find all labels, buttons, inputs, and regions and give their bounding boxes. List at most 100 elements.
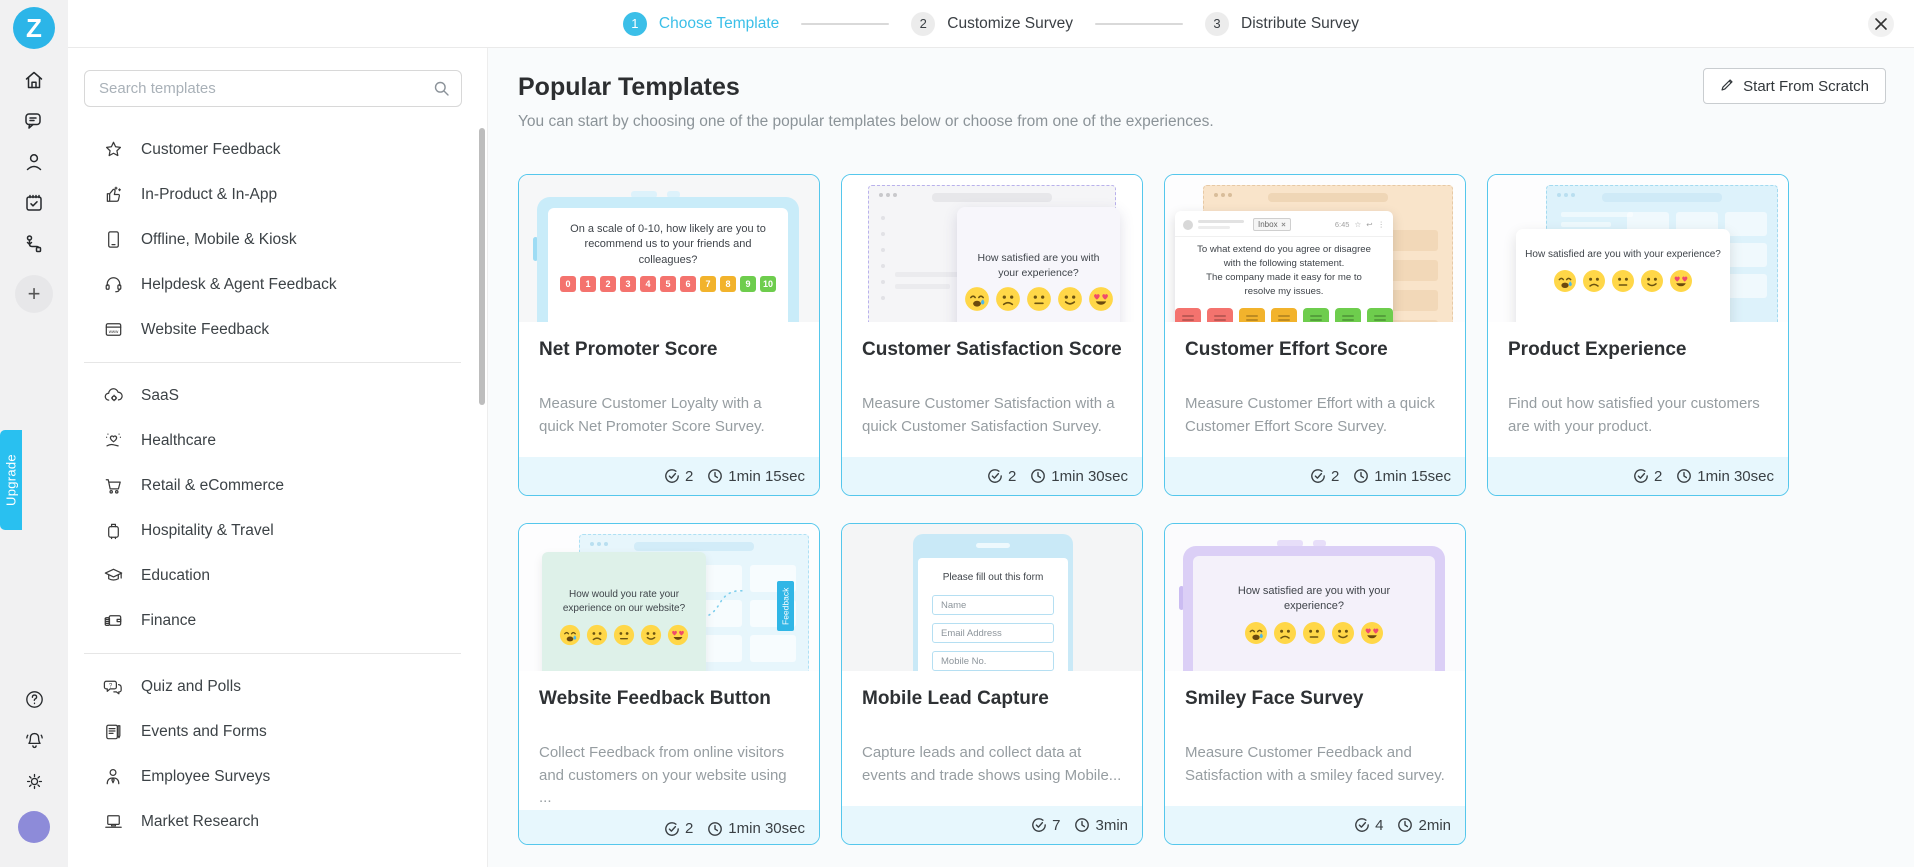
template-card-customer-effort-score[interactable]: Inbox 6:45 ☆ ↩ ⋮ To what extend do you agree … xyxy=(1164,174,1466,496)
question-count: 4 xyxy=(1375,816,1384,834)
sidebar-item-retail-ecommerce[interactable]: Retail & eCommerce xyxy=(84,463,461,508)
svg-text:www: www xyxy=(108,329,118,334)
emoji-love-icon xyxy=(667,624,689,646)
form-title: Please fill out this form xyxy=(942,572,1044,583)
content: Popular Templates Start From Scratch You… xyxy=(488,48,1914,867)
emoji-crying-icon xyxy=(1244,621,1268,645)
template-card-title: Website Feedback Button xyxy=(539,688,771,709)
survey-question-line: with the following statement. xyxy=(1223,257,1345,269)
question-count: 2 xyxy=(684,467,694,485)
start-from-scratch-button[interactable]: Start From Scratch xyxy=(1703,68,1886,104)
template-card-stats: 2 1min 30sec xyxy=(519,809,819,844)
add-button[interactable]: + xyxy=(15,275,53,313)
avatar[interactable] xyxy=(18,811,50,843)
template-card-smiley-face-survey[interactable]: How satisfied are you with your experien… xyxy=(1164,523,1466,845)
check-circle-icon xyxy=(987,468,1003,484)
step-label: Customize Survey xyxy=(947,14,1074,32)
template-card-title: Customer Effort Score xyxy=(1185,339,1388,360)
sidebar-item-events-and-forms[interactable]: Events and Forms xyxy=(84,709,461,754)
emoji-love-icon xyxy=(1360,621,1384,645)
ces-scale xyxy=(1175,307,1393,322)
template-card-customer-satisfaction-score[interactable]: How satisfied are you with your experien… xyxy=(841,174,1143,496)
sidebar-item-label: In-Product & In-App xyxy=(141,185,278,203)
template-card-title: Smiley Face Survey xyxy=(1185,688,1364,709)
sidebar-item-website-feedback[interactable]: www Website Feedback xyxy=(84,307,461,352)
sidebar-item-in-product-in-app[interactable]: In-Product & In-App xyxy=(84,172,461,217)
home-icon xyxy=(22,68,46,95)
ces-option xyxy=(1367,307,1393,322)
rail-nav-workflow[interactable] xyxy=(12,225,56,266)
svg-text:?: ? xyxy=(108,682,112,689)
website-icon: www xyxy=(98,318,128,341)
sidebar-item-label: Hospitality & Travel xyxy=(141,521,274,539)
close-icon[interactable] xyxy=(1868,11,1894,37)
form-field: Email Address xyxy=(932,623,1054,643)
emoji-happy-icon xyxy=(1331,621,1355,645)
sidebar-item-label: Market Research xyxy=(141,812,260,830)
rail-help-button[interactable] xyxy=(12,680,56,721)
rail-nav-responses[interactable] xyxy=(12,184,56,225)
nps-chip: 7 xyxy=(700,276,716,293)
template-preview: How satisfied are you with your experien… xyxy=(1165,524,1465,671)
template-card-stats: 2 1min 30sec xyxy=(1488,457,1788,495)
app-root: Z + Upgrade 1 Choose Template 2 Customize S… xyxy=(0,0,1914,867)
template-card-description: Collect Feedback from online visitors an… xyxy=(539,744,787,806)
check-circle-icon xyxy=(1633,468,1649,484)
emoji-sad-icon xyxy=(586,624,608,646)
template-card-body: Smiley Face Survey Measure Customer Feedb… xyxy=(1165,671,1465,806)
tablet-mockup: How satisfied are you with your experien… xyxy=(1183,546,1445,671)
template-card-website-feedback-button[interactable]: How would you rate your experience on ou… xyxy=(518,523,820,845)
feedback-tab: Feedback xyxy=(777,581,794,631)
sidebar-item-helpdesk-agent-feedback[interactable]: Helpdesk & Agent Feedback xyxy=(84,262,461,307)
sidebar-item-hospitality-travel[interactable]: Hospitality & Travel xyxy=(84,508,461,553)
sidebar-item-saas[interactable]: SaaS xyxy=(84,373,461,418)
sidebar-item-label: Events and Forms xyxy=(141,722,267,740)
upgrade-tab[interactable]: Upgrade xyxy=(0,430,22,530)
question-count: 7 xyxy=(1052,816,1061,834)
close-tab-icon xyxy=(1281,222,1286,227)
rail-nav-contacts[interactable] xyxy=(12,143,56,184)
sidebar-item-education[interactable]: Education xyxy=(84,553,461,598)
template-card-mobile-lead-capture[interactable]: Please fill out this form Name Email Addre… xyxy=(841,523,1143,845)
finance-icon xyxy=(98,609,128,632)
ces-option xyxy=(1207,307,1233,322)
template-card-description: Measure Customer Feedback and Satisfacti… xyxy=(1185,744,1445,784)
rail-nav-conversations[interactable] xyxy=(12,102,56,143)
sidebar-item-healthcare[interactable]: Healthcare xyxy=(84,418,461,463)
emoji-neutral-icon xyxy=(1026,286,1052,312)
duration: 1min 30sec xyxy=(1051,467,1128,485)
search-input[interactable] xyxy=(84,70,462,107)
sidebar-item-label: Retail & eCommerce xyxy=(141,476,284,494)
rail-nav-home[interactable] xyxy=(12,61,56,102)
rail-settings-button[interactable] xyxy=(12,762,56,803)
duration: 1min 30sec xyxy=(728,820,805,837)
step-distribute-survey[interactable]: 3 Distribute Survey xyxy=(1205,11,1359,36)
template-card-net-promoter-score[interactable]: On a scale of 0-10, how likely are you t… xyxy=(518,174,820,496)
template-card-stats: 2 1min 30sec xyxy=(842,457,1142,495)
emoji-sad-icon xyxy=(1582,269,1606,293)
nps-chip: 4 xyxy=(640,276,656,293)
check-circle-icon xyxy=(664,821,680,837)
sidebar-item-quiz-and-polls[interactable]: ? Quiz and Polls xyxy=(84,664,461,709)
rail-notifications-button[interactable] xyxy=(12,721,56,762)
sidebar-item-offline-mobile-kiosk[interactable]: Offline, Mobile & Kiosk xyxy=(84,217,461,262)
sidebar-scrollbar[interactable] xyxy=(479,128,485,405)
step-customize-survey[interactable]: 2 Customize Survey xyxy=(911,11,1074,36)
ces-option xyxy=(1271,307,1297,322)
check-circle-icon xyxy=(1310,468,1326,484)
template-card-stats: 2 1min 15sec xyxy=(519,457,819,495)
template-card-product-experience[interactable]: How satisfied are you with your experien… xyxy=(1487,174,1789,496)
nps-chip: 0 xyxy=(560,276,576,293)
market-icon xyxy=(98,810,128,833)
sidebar-item-label: Healthcare xyxy=(141,431,216,449)
step-number-badge: 2 xyxy=(911,11,936,36)
step-choose-template[interactable]: 1 Choose Template xyxy=(622,11,779,36)
sidebar-item-customer-feedback[interactable]: Customer Feedback xyxy=(84,127,461,172)
app-logo[interactable]: Z xyxy=(13,7,55,49)
sidebar-item-finance[interactable]: Finance xyxy=(84,598,461,643)
emoji-neutral-icon xyxy=(1611,269,1635,293)
sidebar-item-market-research[interactable]: Market Research xyxy=(84,799,461,844)
sidebar-item-employee-surveys[interactable]: Employee Surveys xyxy=(84,754,461,799)
template-card-description: Measure Customer Effort with a quick Cus… xyxy=(1185,395,1435,435)
more-icon: ⋮ xyxy=(1377,220,1386,229)
